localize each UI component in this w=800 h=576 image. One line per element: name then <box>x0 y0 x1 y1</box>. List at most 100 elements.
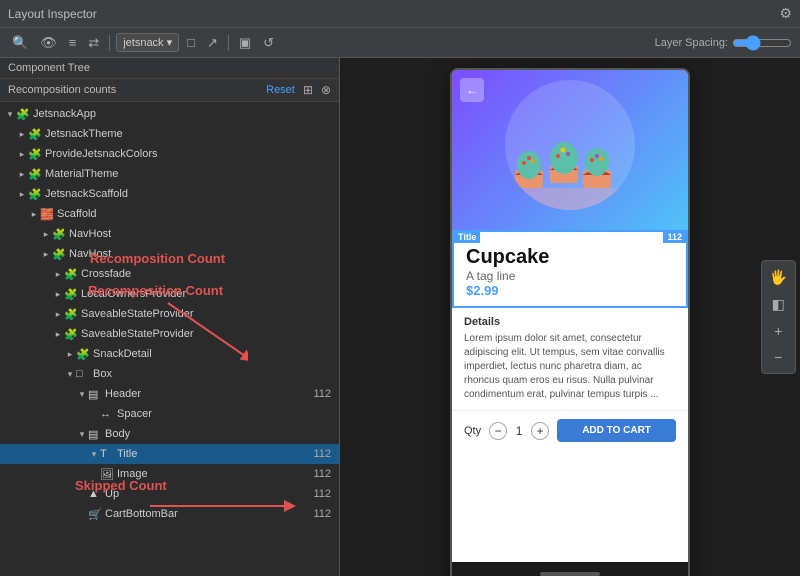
snack-price: $2.99 <box>466 283 674 298</box>
tree-node-icon: 🧩 <box>64 308 78 321</box>
reset-link[interactable]: Reset <box>266 84 295 96</box>
tree-item[interactable]: ▸🧩JetsnackScaffold <box>0 184 339 204</box>
expand-arrow-icon[interactable]: ▸ <box>52 309 64 320</box>
phone-frame: ← <box>450 68 690 576</box>
tree-item-label: NavHost <box>69 248 331 260</box>
toolbar: 🔍 👁 ≡ ⇄ jetsnack ▾ □ ↗ ▣ ↺ Layer Spacing… <box>0 28 800 58</box>
qty-increase-button[interactable]: + <box>531 422 549 440</box>
tree-item[interactable]: ▾TTitle112 <box>0 444 339 464</box>
hand-tool-icon[interactable]: 🖐 <box>764 265 793 290</box>
clear-icon[interactable]: ⊗ <box>321 83 331 97</box>
zoom-in-icon[interactable]: + <box>764 319 793 343</box>
right-floating-toolbar: 🖐 ◧ + − <box>761 260 796 374</box>
tree-item-label: Scaffold <box>57 208 331 220</box>
recomposition-count: 112 <box>305 468 331 480</box>
recomposition-count: 112 <box>305 388 331 400</box>
tree-item[interactable]: ▾▤Header112 <box>0 384 339 404</box>
tree-item[interactable]: ▸🧩SaveableStateProvider <box>0 304 339 324</box>
qty-label: Qty <box>464 425 481 437</box>
tree-item[interactable]: ↔Spacer <box>0 404 339 424</box>
tree-item[interactable]: ▸🧩NavHost <box>0 224 339 244</box>
qty-decrease-button[interactable]: − <box>489 422 507 440</box>
device-name-label: jetsnack <box>123 37 163 49</box>
tree-item[interactable]: 🛒CartBottomBar112 <box>0 504 339 524</box>
search-icon[interactable]: 🔍 <box>8 33 32 53</box>
expand-arrow-icon[interactable]: ▸ <box>16 149 28 160</box>
device-icon2[interactable]: ↗ <box>203 33 222 53</box>
expand-arrow-icon[interactable]: ▾ <box>76 389 88 400</box>
tree-item-label: SnackDetail <box>93 348 331 360</box>
tree-node-icon: 🧩 <box>64 268 78 281</box>
device-icon1[interactable]: □ <box>183 33 199 52</box>
tree-node-icon: ▤ <box>88 428 102 441</box>
tree-item[interactable]: ▸🧩Crossfade <box>0 264 339 284</box>
tree-node-icon: 🧩 <box>28 168 42 181</box>
add-to-cart-button[interactable]: ADD TO CART <box>557 419 676 442</box>
tree-item[interactable]: ▸🧩SnackDetail <box>0 344 339 364</box>
tree-item[interactable]: 🖼Image112 <box>0 464 339 484</box>
layer-spacing-slider[interactable] <box>732 35 792 51</box>
expand-arrow-icon[interactable]: ▸ <box>52 269 64 280</box>
tree-item[interactable]: ▸🧩ProvideJetsnackColors <box>0 144 339 164</box>
phone-bottom-bar <box>452 562 688 576</box>
toolbar-divider2 <box>228 35 229 51</box>
device-dropdown[interactable]: jetsnack ▾ <box>116 33 179 52</box>
tree-item[interactable]: ▾🧩JetsnackApp <box>0 104 339 124</box>
bottom-bar: Qty − 1 + ADD TO CART <box>452 410 688 450</box>
home-indicator <box>540 572 600 576</box>
details-text: Lorem ipsum dolor sit amet, consectetur … <box>464 332 676 402</box>
tree-item[interactable]: ▸🧩MaterialTheme <box>0 164 339 184</box>
expand-arrow-icon[interactable]: ▸ <box>40 229 52 240</box>
tree-item-label: Spacer <box>117 408 331 420</box>
tree-item-label: Image <box>117 468 305 480</box>
recomposition-count: 112 <box>305 488 331 500</box>
tree-item[interactable]: ▸🧩SaveableStateProvider <box>0 324 339 344</box>
tree-item[interactable]: ▸🧩JetsnackTheme <box>0 124 339 144</box>
tree-node-icon: 🧩 <box>28 128 42 141</box>
refresh-icon[interactable]: ↺ <box>259 33 278 53</box>
settings-icon[interactable]: ⚙ <box>779 5 792 22</box>
expand-arrow-icon[interactable]: ▸ <box>16 129 28 140</box>
tree-item-label: Body <box>105 428 331 440</box>
recomposition-actions: Reset ⊞ ⊗ <box>266 83 331 97</box>
tree-item-label: Header <box>105 388 305 400</box>
tree-node-icon: 🧩 <box>28 188 42 201</box>
layer-spacing-label: Layer Spacing: <box>655 37 728 49</box>
tree-item[interactable]: ▲Up112 <box>0 484 339 504</box>
expand-arrow-icon[interactable]: ▾ <box>4 109 16 120</box>
hero-area: ← <box>452 70 688 230</box>
back-button[interactable]: ← <box>460 78 484 102</box>
details-section: Details Lorem ipsum dolor sit amet, cons… <box>452 308 688 410</box>
view-mode-icon[interactable]: ▣ <box>235 33 255 53</box>
recomposition-count: 112 <box>305 508 331 520</box>
filter-icon[interactable]: ⊞ <box>303 83 313 97</box>
top-bar: Layout Inspector ⚙ <box>0 0 800 28</box>
tree-item-label: SaveableStateProvider <box>81 328 331 340</box>
recomposition-count: 112 <box>305 448 331 460</box>
expand-arrow-icon[interactable]: ▾ <box>64 369 76 380</box>
swap-icon[interactable]: ⇄ <box>84 33 103 53</box>
right-panel: ← <box>340 58 800 576</box>
expand-arrow-icon[interactable]: ▾ <box>76 429 88 440</box>
tree-item[interactable]: ▸🧩LocalOwnersProvider <box>0 284 339 304</box>
expand-arrow-icon[interactable]: ▸ <box>40 249 52 260</box>
expand-arrow-icon[interactable]: ▸ <box>52 329 64 340</box>
tree-item-label: SaveableStateProvider <box>81 308 331 320</box>
layout-icon[interactable]: ◧ <box>764 292 793 317</box>
tree-node-icon: 🛒 <box>88 508 102 521</box>
tree-item[interactable]: ▸🧩NavHost <box>0 244 339 264</box>
expand-arrow-icon[interactable]: ▾ <box>88 449 100 460</box>
expand-arrow-icon[interactable]: ▸ <box>16 189 28 200</box>
expand-arrow-icon[interactable]: ▸ <box>16 169 28 180</box>
list-icon[interactable]: ≡ <box>65 33 81 52</box>
tree-item[interactable]: ▾□Box <box>0 364 339 384</box>
tree-item[interactable]: ▸🧱Scaffold <box>0 204 339 224</box>
expand-arrow-icon[interactable]: ▸ <box>52 289 64 300</box>
view-icon[interactable]: 👁 <box>36 33 61 53</box>
expand-arrow-icon[interactable]: ▸ <box>64 349 76 360</box>
expand-arrow-icon[interactable]: ▸ <box>28 209 40 220</box>
zoom-out-icon[interactable]: − <box>764 345 793 369</box>
tree-item[interactable]: ▾▤Body <box>0 424 339 444</box>
qty-control: − 1 + <box>489 422 549 440</box>
back-arrow-icon: ← <box>466 83 478 97</box>
